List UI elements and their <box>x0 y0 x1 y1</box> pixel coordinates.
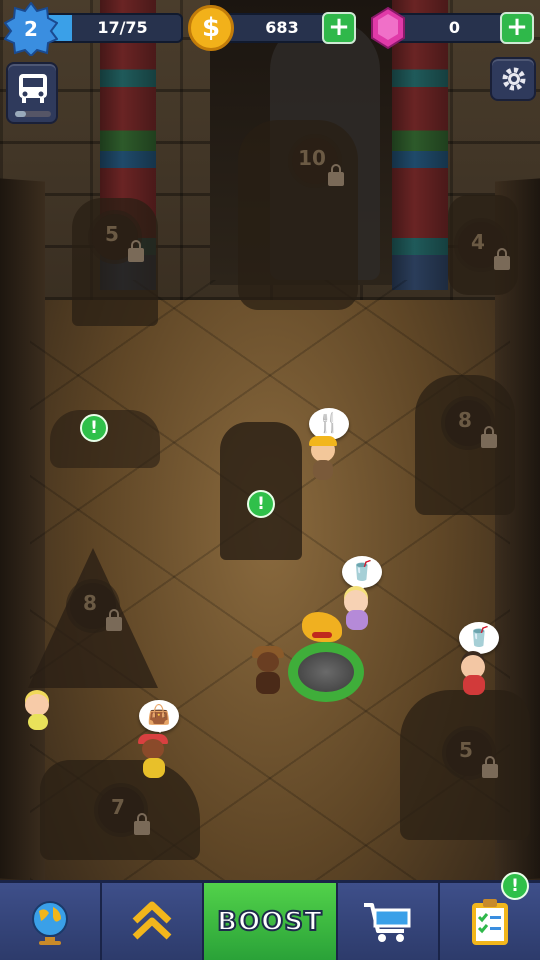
exhibit-available-alert-icon[interactable]: ! <box>247 490 275 518</box>
drink-request-bubble[interactable]: 🥤 <box>459 622 499 655</box>
visitor-red-shirt[interactable] <box>458 655 488 699</box>
shop-request-bubble[interactable]: 👜 <box>139 700 179 733</box>
visitor-body <box>346 610 368 630</box>
bus-icon <box>19 74 47 103</box>
bottom-nav: BOOST <box>0 880 540 960</box>
boost-label: BOOST <box>216 906 323 938</box>
gem-amount: 0 <box>448 18 461 37</box>
lock-badge: 7 <box>98 787 150 835</box>
player-level: 2 <box>24 17 38 41</box>
settings-button[interactable] <box>490 57 536 101</box>
nav-upgrade-button[interactable] <box>102 883 204 960</box>
visitor-blonde-boy[interactable] <box>22 694 52 734</box>
double-chevron-up-icon <box>132 901 172 940</box>
drink-request-bubble[interactable]: 🥤 <box>342 556 382 589</box>
gear-icon <box>502 67 526 91</box>
shopping-bag-icon: 👜 <box>147 704 171 726</box>
nav-boost-button[interactable]: BOOST <box>204 883 338 960</box>
unlock-level: 7 <box>111 795 125 819</box>
xp-bar[interactable]: 17/75 <box>38 13 183 43</box>
padlock-icon <box>106 609 122 631</box>
padlock-icon <box>134 813 150 835</box>
game-scene[interactable]: 10 5 4 8 8 5 7 ! ! 🍴 🥤 🥤 👜 <box>0 0 540 960</box>
lock-badge: 4 <box>458 222 510 270</box>
coin-icon: $ <box>188 5 234 51</box>
unlock-level: 8 <box>458 408 472 432</box>
visitor-head <box>257 652 279 672</box>
shopping-cart-icon <box>364 902 411 942</box>
visitor-hat <box>309 436 337 446</box>
nav-shop-button[interactable] <box>338 883 440 960</box>
xp-text: 17/75 <box>97 18 148 37</box>
visitor-body <box>256 672 280 694</box>
visitor-cowboy[interactable] <box>250 646 286 696</box>
padlock-icon <box>482 756 498 778</box>
coin-amount: 683 <box>265 18 299 37</box>
padlock-icon <box>494 248 510 270</box>
visitor-head <box>142 739 164 759</box>
nav-world-button[interactable] <box>0 883 102 960</box>
gem-icon <box>371 6 405 50</box>
snake-tongue <box>312 632 332 638</box>
bus-progress-fill <box>15 111 26 117</box>
unlock-level: 4 <box>471 230 485 254</box>
visitor-body <box>463 675 485 695</box>
visitor-explorer-yellow-hat[interactable] <box>306 436 340 488</box>
globe-icon <box>32 900 68 945</box>
lock-badge: 8 <box>70 583 122 631</box>
visitor-body <box>313 460 333 480</box>
bus-button[interactable] <box>6 62 58 124</box>
padlock-icon <box>481 426 497 448</box>
lock-badge: 5 <box>446 730 498 778</box>
unlock-level: 8 <box>83 591 97 615</box>
exhibit-available-alert-icon[interactable]: ! <box>80 414 108 442</box>
unlock-level: 5 <box>105 222 119 246</box>
visitor-blonde-girl[interactable] <box>340 590 372 634</box>
lock-badge: 10 <box>292 138 344 186</box>
clipboard-checklist-icon <box>472 898 508 945</box>
bus-progress-track <box>15 111 51 117</box>
drink-cup-icon: 🥤 <box>350 560 374 582</box>
visitor-head <box>25 694 49 716</box>
lock-badge: 5 <box>92 214 144 262</box>
visitor-body <box>28 714 48 730</box>
visitor-body <box>143 758 165 778</box>
padlock-icon <box>128 240 144 262</box>
drink-cup-icon: 🥤 <box>467 626 491 648</box>
fork-knife-icon: 🍴 <box>317 412 341 434</box>
unlock-level: 5 <box>459 738 473 762</box>
tasks-alert-icon[interactable]: ! <box>501 872 529 900</box>
buy-coins-button[interactable]: + <box>322 12 356 44</box>
buy-gems-button[interactable]: + <box>500 12 534 44</box>
unlock-level: 10 <box>298 146 326 170</box>
visitor-red-cap[interactable] <box>136 734 170 780</box>
lock-badge: 8 <box>445 400 497 448</box>
padlock-icon <box>328 164 344 186</box>
snake-coil <box>288 642 364 702</box>
